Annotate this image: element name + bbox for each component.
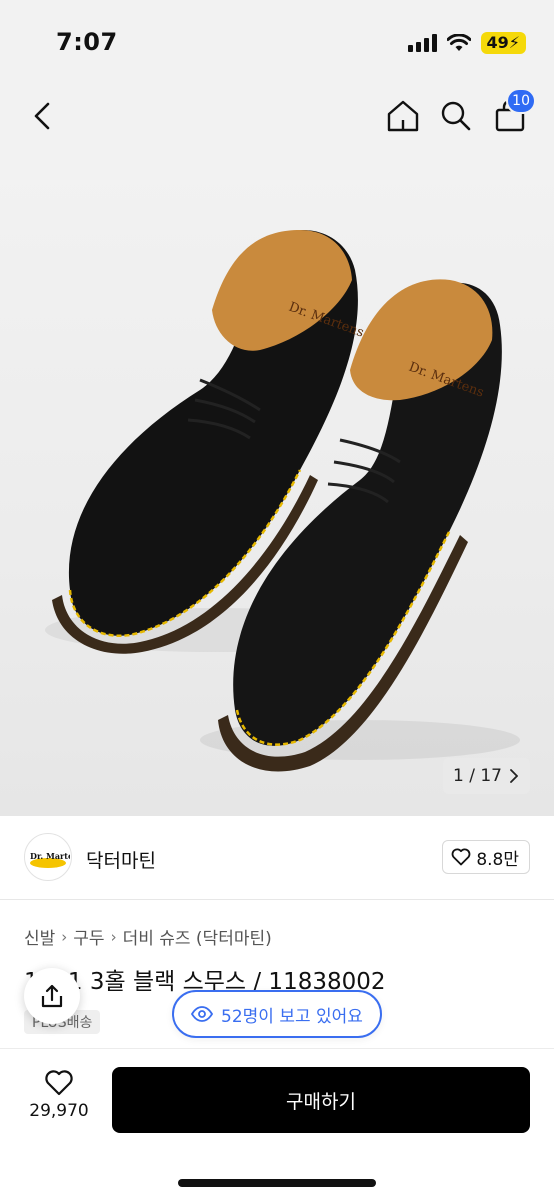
wishlist-button[interactable]: 29,970: [24, 1069, 94, 1133]
cart-count-badge: 10: [506, 88, 536, 114]
charging-icon: ⚡: [508, 33, 520, 52]
viewers-pill: 52명이 보고 있어요: [172, 990, 382, 1038]
brand-logo-image: Dr. Martens: [30, 851, 70, 868]
search-button[interactable]: [434, 94, 478, 138]
chevron-right-icon: ›: [61, 927, 68, 946]
wishlist-count: 29,970: [29, 1101, 89, 1121]
battery-level: 49: [486, 33, 509, 52]
nav-bar: 10: [0, 86, 554, 150]
heart-icon: [451, 848, 471, 866]
battery-indicator: 49⚡: [480, 32, 526, 54]
svg-text:Dr. Martens: Dr. Martens: [30, 851, 70, 861]
signal-icon: [407, 34, 437, 52]
viewers-text: 52명이 보고 있어요: [221, 1006, 363, 1027]
brand-like-count: 8.8만: [476, 849, 519, 870]
gallery-counter[interactable]: 1 / 17: [443, 758, 530, 794]
home-button[interactable]: [381, 94, 425, 138]
product-image[interactable]: Dr. Martens Dr. Martens 1 / 17: [0, 150, 554, 816]
share-button[interactable]: [24, 968, 80, 1024]
brand-row[interactable]: Dr. Martens 닥터마틴 8.8만: [0, 816, 554, 900]
breadcrumb: 신발 › 구두 › 더비 슈즈 (닥터마틴): [24, 924, 272, 950]
status-bar: 7:07 49⚡: [0, 0, 554, 86]
home-icon: [387, 100, 419, 132]
cart-button[interactable]: 10: [488, 88, 536, 138]
buy-button[interactable]: 구매하기: [112, 1067, 530, 1133]
chevron-right-icon: ›: [110, 927, 117, 946]
brand-name[interactable]: 닥터마틴: [86, 846, 156, 873]
gallery-counter-text: 1 / 17: [453, 766, 502, 786]
product-photo: Dr. Martens Dr. Martens: [45, 230, 520, 772]
wifi-icon: [446, 34, 471, 51]
eye-icon: [191, 1006, 214, 1022]
brand-logo[interactable]: Dr. Martens: [24, 833, 72, 881]
breadcrumb-item[interactable]: 구두: [73, 924, 104, 949]
chevron-left-icon: [34, 102, 50, 130]
breadcrumb-item[interactable]: 더비 슈즈 (닥터마틴): [123, 924, 272, 949]
bottom-bar: 29,970 구매하기: [0, 1048, 554, 1200]
search-icon: [441, 101, 471, 131]
heart-icon: [45, 1070, 73, 1096]
home-indicator: [178, 1179, 376, 1187]
breadcrumb-item[interactable]: 신발: [24, 924, 55, 949]
status-icons: 49⚡: [407, 32, 526, 54]
status-time: 7:07: [56, 28, 118, 56]
share-icon: [41, 984, 63, 1008]
chevron-right-icon: [510, 769, 518, 783]
brand-like-button[interactable]: 8.8만: [442, 840, 530, 874]
back-button[interactable]: [20, 94, 64, 138]
